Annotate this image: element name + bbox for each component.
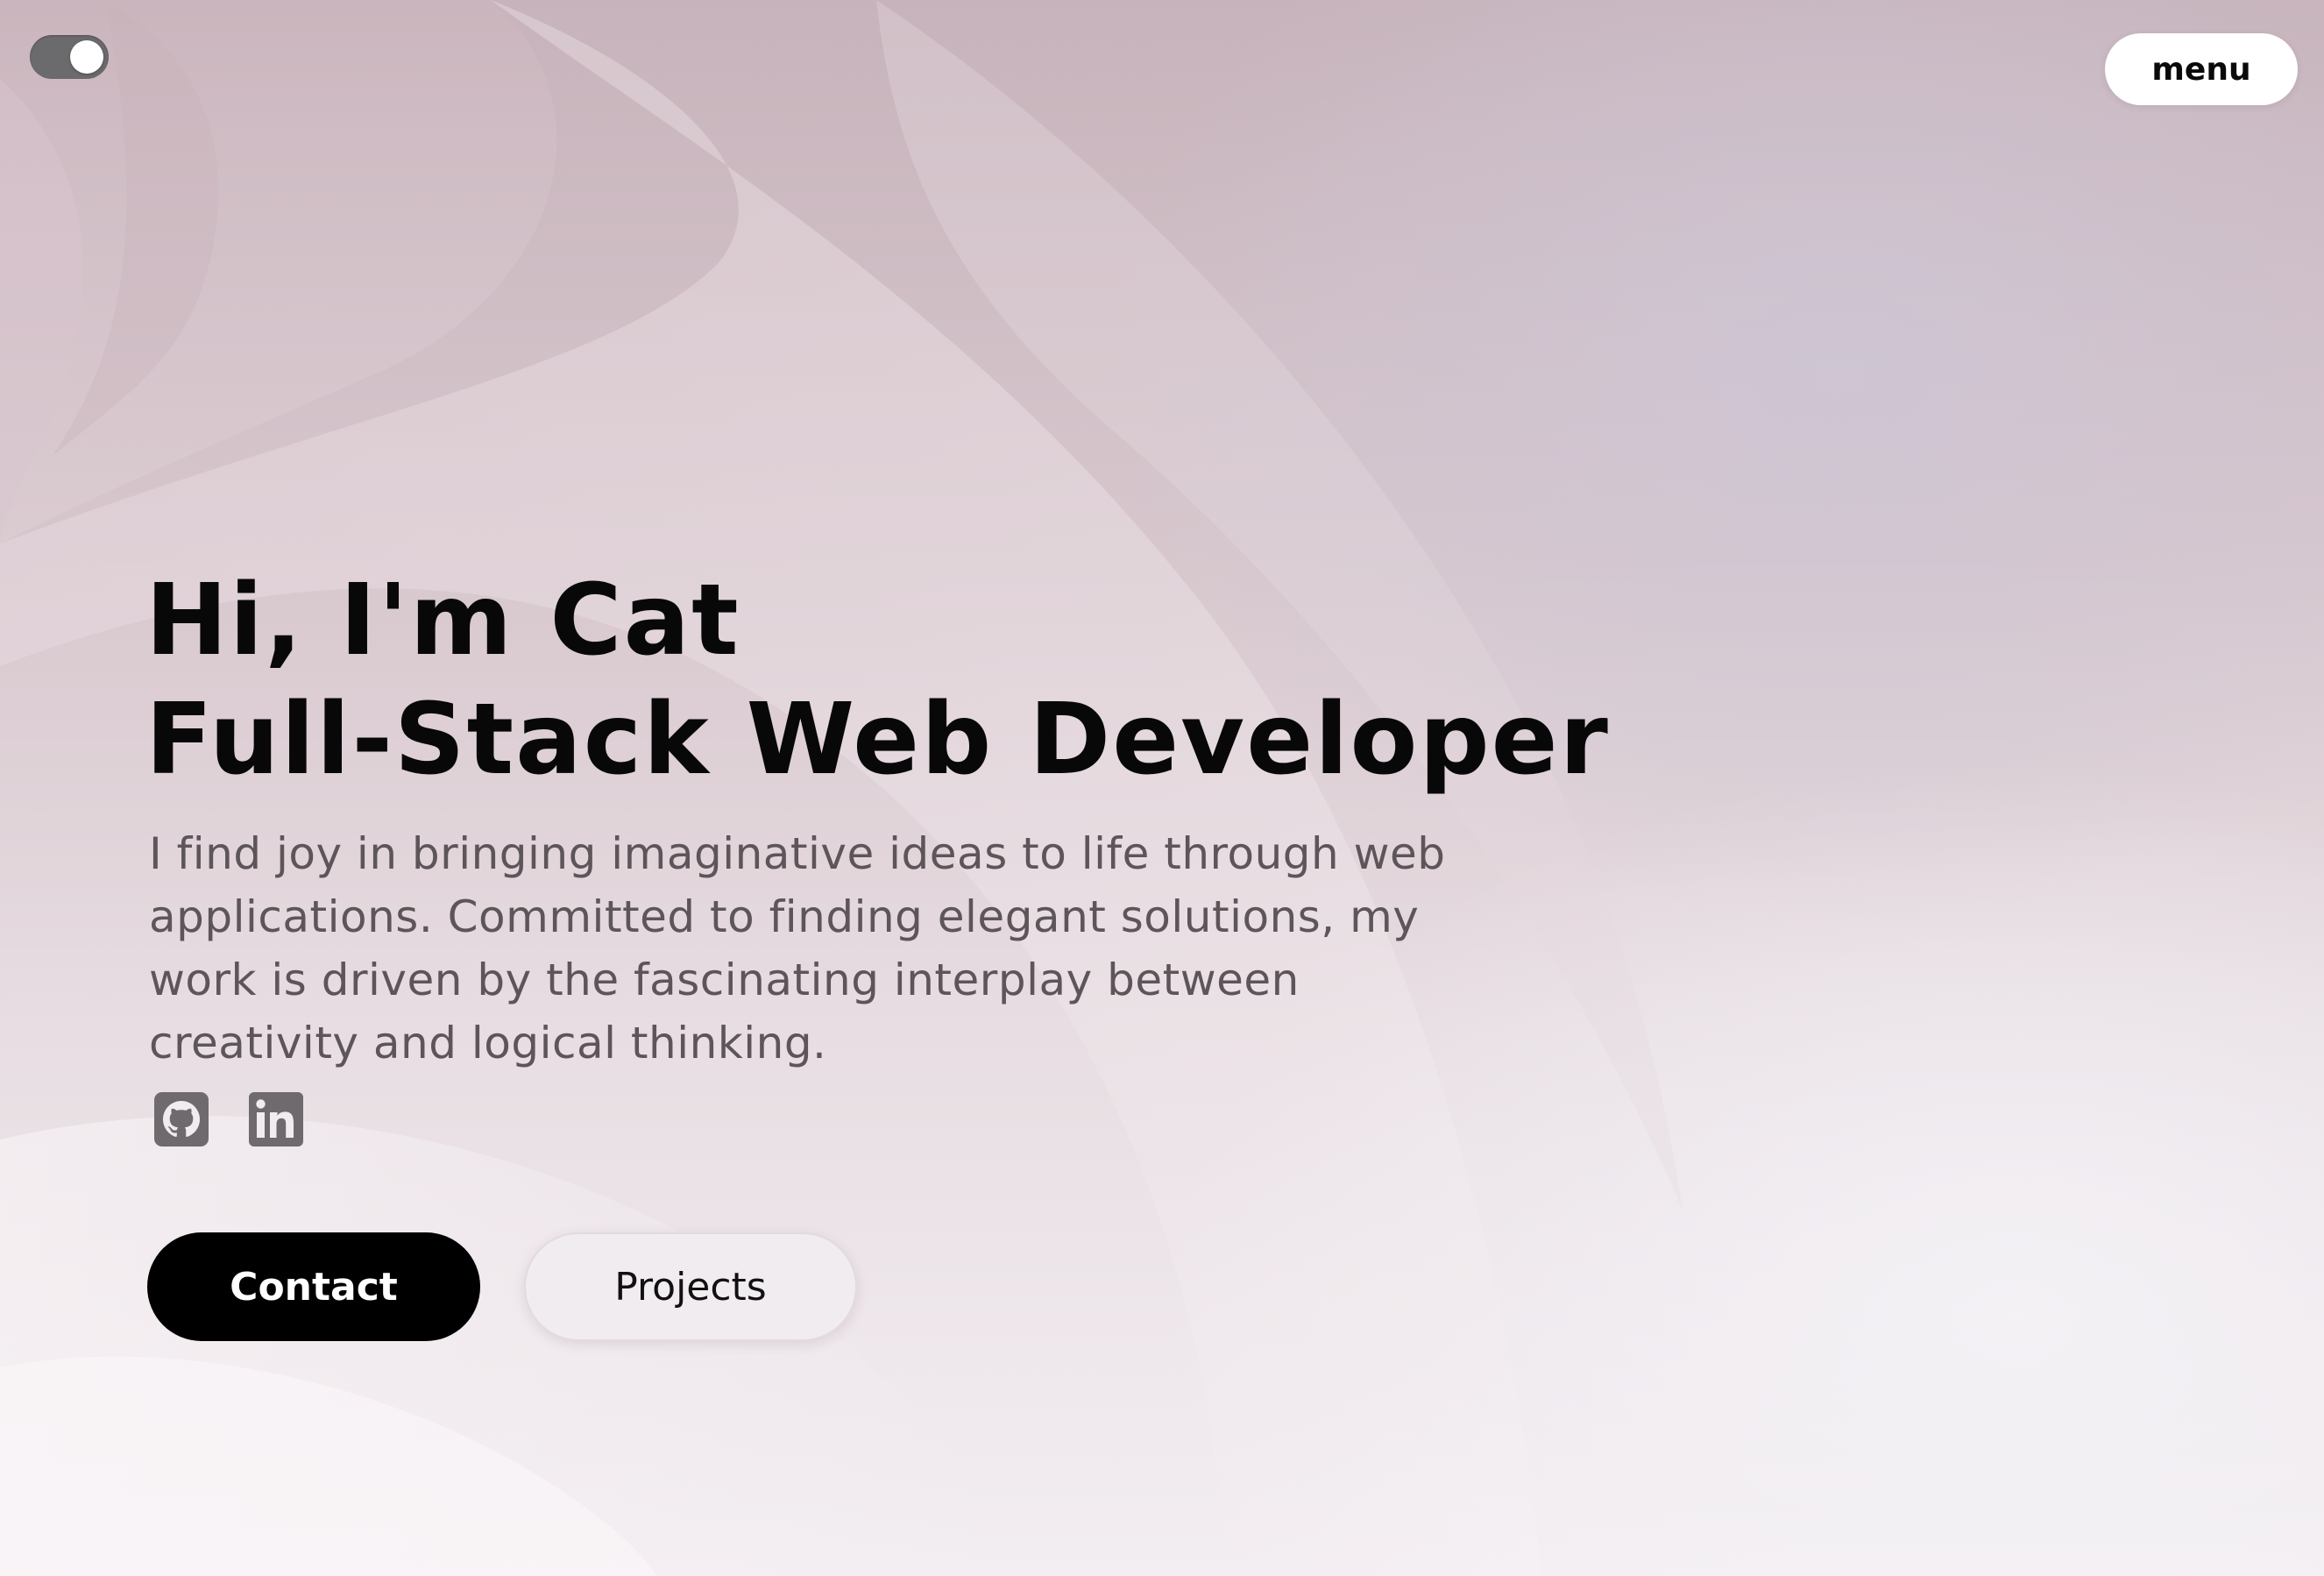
menu-button[interactable]: menu — [2105, 33, 2298, 105]
theme-toggle[interactable] — [30, 35, 109, 79]
hero-greeting: Hi, I'm Cat — [145, 564, 740, 678]
social-links — [154, 1092, 1513, 1147]
hero-description: I find joy in bringing imaginative ideas… — [149, 828, 1446, 1068]
toggle-switch-icon — [70, 40, 103, 74]
linkedin-icon — [249, 1092, 303, 1147]
hero-section: Hi, I'm Cat Full-Stack Web Developer I f… — [145, 561, 1610, 1341]
linkedin-link[interactable] — [249, 1092, 303, 1147]
hero-heading: Hi, I'm Cat Full-Stack Web Developer — [145, 561, 1610, 799]
projects-button[interactable]: Projects — [524, 1232, 857, 1341]
hero-role: Full-Stack Web Developer — [145, 683, 1610, 797]
github-icon — [154, 1092, 209, 1147]
github-link[interactable] — [154, 1092, 209, 1147]
contact-button[interactable]: Contact — [147, 1232, 480, 1341]
hero-actions: Contact Projects — [147, 1232, 1513, 1341]
